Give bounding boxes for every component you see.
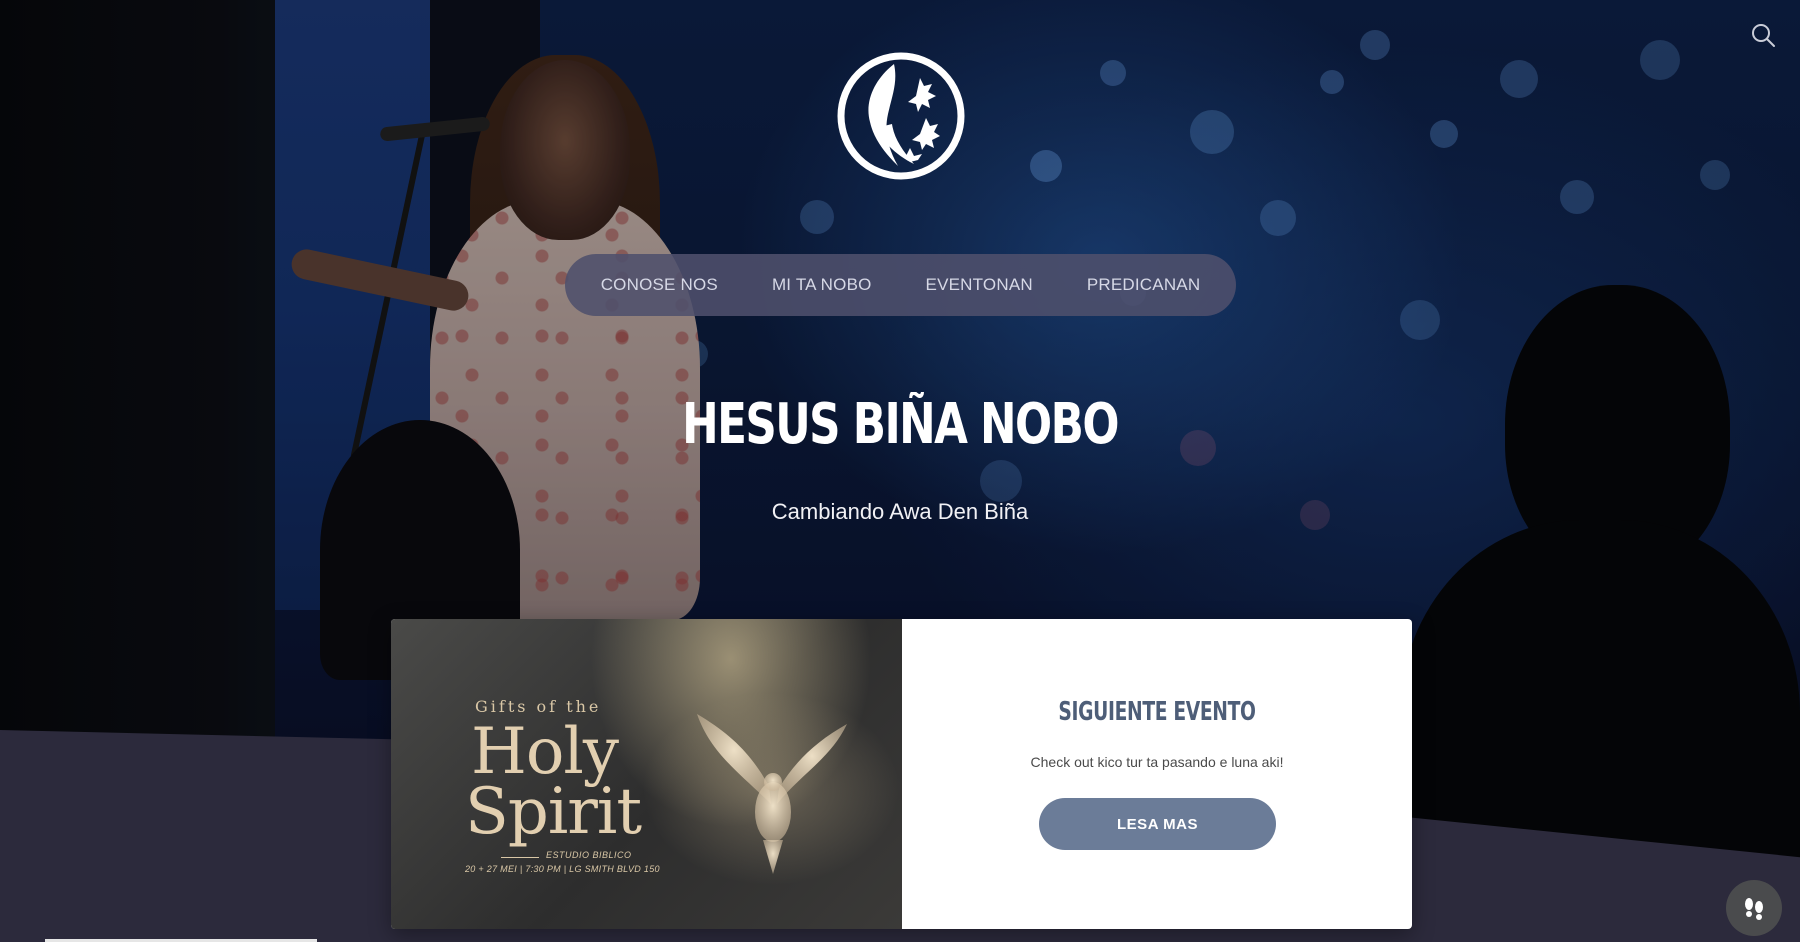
nav-item-conose-nos[interactable]: CONOSE NOS — [601, 275, 718, 295]
event-image-top-text: Gifts of the — [475, 697, 602, 716]
dove-icon — [697, 714, 847, 874]
accessibility-button[interactable] — [1726, 880, 1782, 936]
search-icon — [1752, 24, 1775, 47]
event-card: Gifts of the Holy Spirit ESTUDIO BIBLICO… — [391, 619, 1412, 929]
search-button[interactable] — [1750, 22, 1776, 48]
main-nav: CONOSE NOS MI TA NOBO EVENTONAN PREDICAN… — [565, 254, 1236, 316]
event-image-divider — [501, 857, 539, 858]
hero-subtitle: Cambiando Awa Den Biña — [771, 499, 1029, 524]
nav-item-eventonan[interactable]: EVENTONAN — [926, 275, 1033, 295]
read-more-button[interactable]: LESA MAS — [1039, 798, 1276, 850]
church-logo[interactable] — [836, 48, 966, 184]
hero-title: HESUS BIÑA NOBO — [682, 392, 1119, 457]
event-info: SIGUIENTE EVENTO Check out kico tur ta p… — [902, 619, 1412, 929]
event-image-details: 20 + 27 MEI | 7:30 PM | LG SMITH BLVD 15… — [465, 864, 660, 874]
event-description: Check out kico tur ta pasando e luna aki… — [1030, 754, 1284, 770]
event-image-title-line2: Spirit — [465, 775, 642, 849]
nav-item-predicanan[interactable]: PREDICANAN — [1087, 275, 1200, 295]
nav-item-mi-ta-nobo[interactable]: MI TA NOBO — [772, 275, 872, 295]
event-heading: SIGUIENTE EVENTO — [1058, 697, 1256, 727]
footprints-icon — [1745, 898, 1763, 920]
church-logo-icon — [837, 52, 965, 180]
event-image[interactable]: Gifts of the Holy Spirit ESTUDIO BIBLICO… — [391, 619, 902, 929]
event-image-label: ESTUDIO BIBLICO — [546, 850, 632, 860]
